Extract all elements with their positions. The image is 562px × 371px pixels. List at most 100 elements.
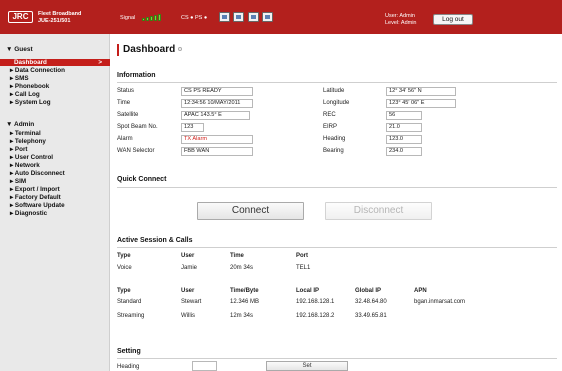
- divider: [117, 247, 557, 248]
- phone-icon[interactable]: [262, 12, 273, 22]
- sidebar-item-label: Dashboard: [14, 59, 47, 66]
- sessions-heading: Active Session & Calls: [117, 237, 193, 244]
- info-icon[interactable]: [178, 47, 183, 51]
- sidebar: ▼ Guest Dashboard > ▸ Data Connection ▸ …: [0, 34, 110, 371]
- user-name: User: Admin: [385, 13, 415, 19]
- network-icon[interactable]: [248, 12, 259, 22]
- signal-label: Signal: [120, 15, 136, 21]
- sidebar-item-dashboard[interactable]: Dashboard >: [0, 59, 110, 66]
- sidebar-item-diagnostic[interactable]: ▸ Diagnostic: [10, 210, 108, 217]
- label-heading: Heading: [323, 136, 346, 142]
- label-time: Time: [117, 100, 131, 106]
- set-button[interactable]: Set: [266, 361, 348, 371]
- table-cell: Standard: [117, 299, 142, 305]
- value-bearing: 234.0: [386, 147, 422, 156]
- col-header: Type: [117, 253, 131, 259]
- user-level: Level: Admin: [385, 19, 417, 26]
- sidebar-item-factory-default[interactable]: ▸ Factory Default: [10, 194, 108, 201]
- sidebar-item-telephony[interactable]: ▸ Telephony: [10, 138, 108, 145]
- sidebar-item-system-log[interactable]: ▸ System Log: [10, 99, 108, 106]
- user-info: User: Admin Level: Admin: [385, 13, 417, 26]
- value-heading: 123.0: [386, 135, 422, 144]
- value-time: 12:34:56 10/MAY/2011: [181, 99, 253, 108]
- connect-button[interactable]: Connect: [197, 202, 304, 220]
- col-header: APN: [414, 288, 427, 294]
- sidebar-item-terminal[interactable]: ▸ Terminal: [10, 130, 108, 137]
- value-longitude: 123° 45' 06" E: [386, 99, 456, 108]
- sidebar-item-software-update[interactable]: ▸ Software Update: [10, 202, 108, 209]
- table-cell: 192.168.128.2: [296, 313, 335, 319]
- cs-ps-status: CS ● PS ●: [181, 15, 208, 21]
- sidebar-item-auto-disconnect[interactable]: ▸ Auto Disconnect: [10, 170, 108, 177]
- table-cell: Willis: [181, 313, 195, 319]
- printer-icon[interactable]: [233, 12, 244, 22]
- col-header: User: [181, 253, 195, 259]
- value-alarm: TX Alarm: [181, 135, 253, 144]
- sidebar-item-phonebook[interactable]: ▸ Phonebook: [10, 83, 108, 90]
- table-cell: 32.48.64.80: [355, 299, 387, 305]
- table-cell: 192.168.128.1: [296, 299, 335, 305]
- signal-bar: [142, 18, 145, 21]
- sidebar-item-data-connection[interactable]: ▸ Data Connection: [10, 67, 108, 74]
- table-cell: 33.49.65.81: [355, 313, 387, 319]
- product-name: Fleet Broadband JUE-251/501: [38, 11, 81, 24]
- table-cell: Voice: [117, 265, 132, 271]
- sidebar-item-export-import[interactable]: ▸ Export / Import: [10, 186, 108, 193]
- label-wan-selector: WAN Selector: [117, 148, 155, 154]
- label-spot-beam: Spot Beam No.: [117, 124, 158, 130]
- sidebar-item-network[interactable]: ▸ Network: [10, 162, 108, 169]
- col-header: Local IP: [296, 288, 320, 294]
- label-eirp: EIRP: [323, 124, 338, 130]
- value-rec: 56: [386, 111, 422, 120]
- top-bar: JRC Fleet Broadband JUE-251/501 Signal C…: [0, 0, 562, 34]
- table-cell: 12m 34s: [230, 313, 254, 319]
- signal-bar: [154, 15, 157, 21]
- value-status: CS PS READY: [181, 87, 253, 96]
- divider: [117, 358, 557, 359]
- sidebar-item-sms[interactable]: ▸ SMS: [10, 75, 108, 82]
- table-cell: Stewart: [181, 299, 202, 305]
- value-wan-selector: FBB WAN: [181, 147, 253, 156]
- table-cell: TEL1: [296, 265, 311, 271]
- value-eirp: 21.0: [386, 123, 422, 132]
- sidebar-item-call-log[interactable]: ▸ Call Log: [10, 91, 108, 98]
- label-satellite: Satellite: [117, 112, 139, 118]
- mail-icon[interactable]: [219, 12, 230, 22]
- label-latitude: Latitude: [323, 88, 345, 94]
- sidebar-group-admin[interactable]: ▼ Admin: [6, 121, 34, 128]
- value-latitude: 12° 34' 56" N: [386, 87, 456, 96]
- col-header: Global IP: [355, 288, 382, 294]
- table-cell: Streaming: [117, 313, 145, 319]
- col-header: Time/Byte: [230, 288, 259, 294]
- value-spot-beam: 123: [181, 123, 204, 132]
- heading-input[interactable]: [192, 361, 217, 371]
- page-title: Dashboard: [117, 44, 183, 56]
- table-cell: 20m 34s: [230, 265, 254, 271]
- quick-connect-heading: Quick Connect: [117, 176, 167, 183]
- setting-heading: Setting: [117, 348, 141, 355]
- col-header: User: [181, 288, 195, 294]
- col-header: Time: [230, 253, 244, 259]
- logout-button[interactable]: Log out: [433, 14, 473, 25]
- label-rec: REC: [323, 112, 336, 118]
- sidebar-item-sim[interactable]: ▸ SIM: [10, 178, 108, 185]
- divider: [117, 82, 557, 83]
- sidebar-item-user-control[interactable]: ▸ User Control: [10, 154, 108, 161]
- product-line-1: Fleet Broadband: [38, 11, 82, 17]
- sidebar-item-port[interactable]: ▸ Port: [10, 146, 108, 153]
- signal-bar: [158, 14, 161, 21]
- signal-bar: [146, 17, 149, 21]
- table-cell: Jamie: [181, 265, 198, 271]
- label-bearing: Bearing: [323, 148, 344, 154]
- table-cell: bgan.inmarsat.com: [414, 299, 466, 305]
- value-satellite: APAC 143.5° E: [181, 111, 250, 120]
- col-header: Type: [117, 288, 131, 294]
- setting-heading-label: Heading: [117, 364, 140, 370]
- disconnect-button[interactable]: Disconnect: [325, 202, 432, 220]
- chevron-right-icon: >: [98, 59, 102, 66]
- col-header: Port: [296, 253, 308, 259]
- label-longitude: Longitude: [323, 100, 350, 106]
- sidebar-group-guest[interactable]: ▼ Guest: [6, 46, 33, 53]
- information-heading: Information: [117, 72, 156, 79]
- divider: [117, 187, 557, 188]
